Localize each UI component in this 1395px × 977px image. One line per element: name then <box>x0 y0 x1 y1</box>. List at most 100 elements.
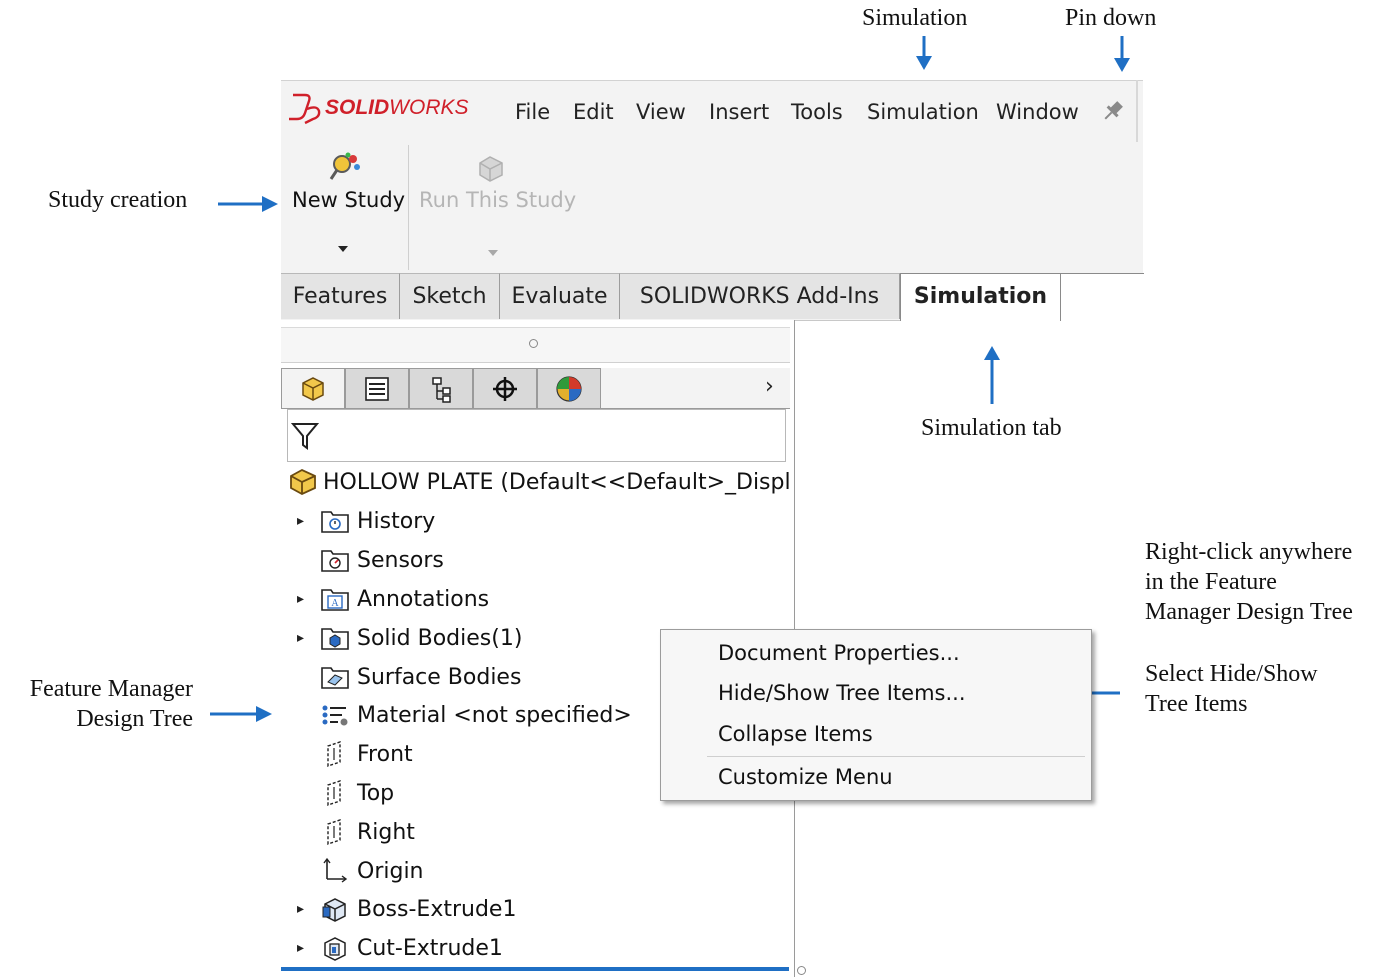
history-folder-icon <box>319 507 351 535</box>
menu-item-collapse-items[interactable]: Collapse Items <box>718 722 873 746</box>
annotation-pin-down: Pin down <box>1065 5 1157 31</box>
run-study-icon <box>479 156 503 182</box>
tab-evaluate[interactable]: Evaluate <box>500 273 620 319</box>
tab-simulation[interactable]: Simulation <box>900 273 1061 321</box>
menu-tools[interactable]: Tools <box>791 100 843 124</box>
tree-item-right[interactable]: Right <box>297 814 415 850</box>
part-root-icon <box>290 468 316 496</box>
plane-icon <box>319 740 351 768</box>
logo-text-bold: SOLID <box>325 96 390 119</box>
crosshair-icon <box>493 376 517 401</box>
run-this-study-button[interactable]: Run This Study <box>419 188 576 212</box>
arrow-down-pin-icon <box>1114 36 1130 72</box>
menu-edit[interactable]: Edit <box>573 100 614 124</box>
arrow-right-study-icon <box>218 196 278 212</box>
tree-item-label: Boss-Extrude1 <box>357 896 517 922</box>
tree-item-label: Top <box>357 780 395 806</box>
tab-features[interactable]: Features <box>281 273 400 319</box>
menu-view[interactable]: View <box>636 100 686 124</box>
menu-item-customize-menu[interactable]: Customize Menu <box>718 765 893 789</box>
panel-corner-handle-icon[interactable] <box>797 966 806 975</box>
annotation-right-click: Right-click anywhere in the Feature Mana… <box>1145 539 1353 625</box>
tree-item-annotations[interactable]: ▸ A Annotations <box>297 581 489 617</box>
tree-item-label: Surface Bodies <box>357 664 522 690</box>
tree-item-material[interactable]: Material <not specified> <box>297 697 632 733</box>
arrow-right-feature-manager-icon <box>210 706 272 722</box>
configuration-manager-tab[interactable] <box>409 368 473 408</box>
annotation-simulation: Simulation <box>862 5 968 31</box>
arrow-down-simulation-icon <box>916 36 932 70</box>
tree-item-boss-extrude1[interactable]: ▸ Boss-Extrude1 <box>297 891 516 927</box>
pin-icon[interactable] <box>1100 98 1126 124</box>
origin-icon <box>319 857 351 885</box>
new-study-button[interactable]: New Study <box>292 188 405 212</box>
tree-item-cut-extrude1[interactable]: ▸ Cut-Extrude1 <box>297 930 503 966</box>
expand-caret-icon[interactable]: ▸ <box>297 630 319 646</box>
tree-item-sensors[interactable]: Sensors <box>297 542 444 578</box>
tree-item-label: Sensors <box>357 547 444 573</box>
tab-sketch[interactable]: Sketch <box>400 273 500 319</box>
tree-item-label: Cut-Extrude1 <box>357 935 503 961</box>
boss-extrude-icon <box>319 895 351 923</box>
tree-root-part[interactable]: HOLLOW PLATE (Default<<Default>_Displ <box>287 464 794 500</box>
solid-bodies-folder-icon <box>319 624 351 652</box>
menu-item-hide-show-tree-items[interactable]: Hide/Show Tree Items... <box>718 681 966 705</box>
annotation-select-hide-show: Select Hide/Show Tree Items <box>1145 661 1318 717</box>
tree-item-label: Material <not specified> <box>357 702 632 728</box>
panel-tabs-scroll-right-icon[interactable]: › <box>765 374 774 399</box>
expand-caret-icon[interactable]: ▸ <box>297 901 319 917</box>
sensors-folder-icon <box>319 546 351 574</box>
new-study-icon[interactable] <box>329 151 363 183</box>
tree-item-front[interactable]: Front <box>297 736 413 772</box>
menu-insert[interactable]: Insert <box>709 100 769 124</box>
solidworks-logo: SOLID WORKS <box>287 88 469 128</box>
tree-item-solid-bodies[interactable]: ▸ Solid Bodies(1) <box>297 620 522 656</box>
filter-funnel-icon[interactable] <box>291 421 319 451</box>
panel-handle-icon[interactable] <box>529 339 538 348</box>
annotation-feature-manager: Feature Manager Design Tree <box>29 676 193 732</box>
tree-item-origin[interactable]: Origin <box>297 853 424 889</box>
menu-simulation[interactable]: Simulation <box>867 100 979 124</box>
menu-item-document-properties[interactable]: Document Properties... <box>718 641 960 665</box>
surface-bodies-folder-icon <box>319 663 351 691</box>
plane-icon <box>319 779 351 807</box>
tab-bar-line <box>1060 273 1144 274</box>
tree-item-top[interactable]: Top <box>297 775 394 811</box>
context-menu: Document Properties... Hide/Show Tree It… <box>660 629 1092 801</box>
annotation-simulation-tab: Simulation tab <box>921 415 1062 441</box>
display-manager-tab[interactable] <box>537 368 601 408</box>
configuration-icon <box>432 376 451 403</box>
menu-window[interactable]: Window <box>996 100 1079 124</box>
dimxpert-manager-tab[interactable] <box>473 368 537 408</box>
menu-bar-divider <box>1136 80 1138 142</box>
plane-icon <box>319 818 351 846</box>
tree-root-label: HOLLOW PLATE (Default<<Default>_Displ <box>323 469 791 495</box>
expand-caret-icon[interactable]: ▸ <box>297 940 319 956</box>
expand-caret-icon[interactable]: ▸ <box>297 513 319 529</box>
panel-tabs: › <box>281 368 790 409</box>
tree-item-history[interactable]: ▸ History <box>297 503 435 539</box>
expand-caret-icon[interactable]: ▸ <box>297 591 319 607</box>
svg-text:A: A <box>331 598 339 609</box>
property-manager-tab[interactable] <box>345 368 409 408</box>
annotation-study-creation: Study creation <box>48 187 188 213</box>
context-menu-separator <box>707 756 1085 757</box>
new-study-dropdown-icon[interactable] <box>338 246 348 252</box>
tree-item-surface-bodies[interactable]: Surface Bodies <box>297 659 521 695</box>
feature-manager-tab[interactable] <box>281 368 345 408</box>
panel-scroll-bar[interactable] <box>281 967 789 971</box>
tree-filter-field[interactable] <box>287 409 786 462</box>
cut-extrude-icon <box>319 934 351 962</box>
material-icon <box>319 701 351 729</box>
panel-collapse-strip[interactable] <box>281 327 790 363</box>
tab-solidworks-add-ins[interactable]: SOLIDWORKS Add-Ins <box>620 273 900 319</box>
tree-item-label: Right <box>357 819 415 845</box>
appearance-ball-icon <box>556 375 582 402</box>
menu-file[interactable]: File <box>515 100 550 124</box>
tree-item-label: Front <box>357 741 413 767</box>
run-study-dropdown-icon[interactable] <box>488 250 498 256</box>
command-manager-tabs: Features Sketch Evaluate SOLIDWORKS Add-… <box>281 273 1061 321</box>
toolbar-divider <box>408 145 409 270</box>
tree-item-label: History <box>357 508 436 534</box>
ds-logo-icon <box>289 93 321 125</box>
